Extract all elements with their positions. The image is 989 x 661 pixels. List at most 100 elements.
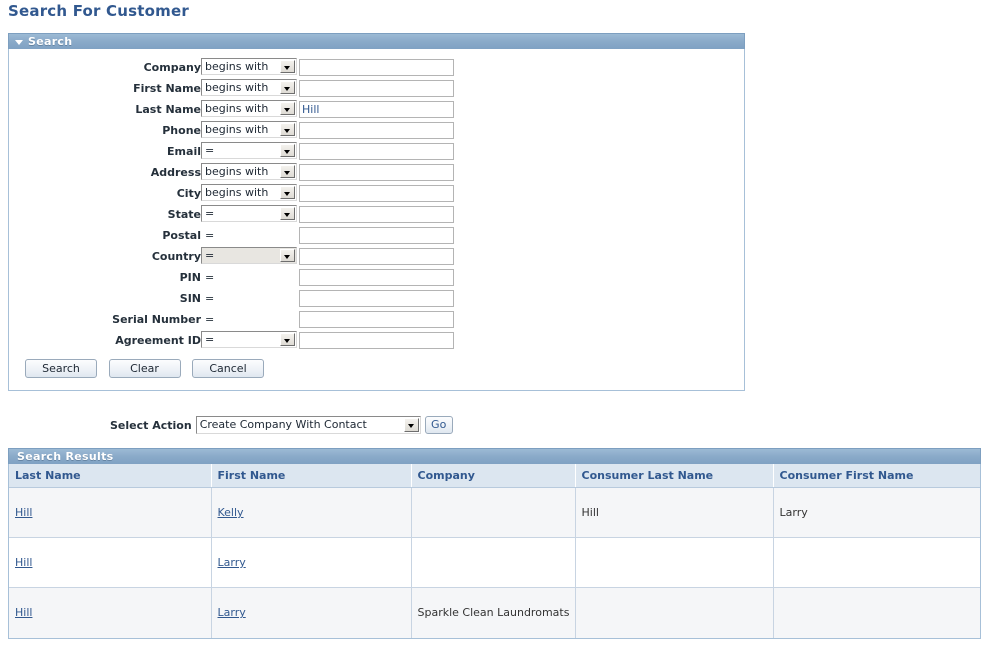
first-name-link[interactable]: Larry <box>218 556 246 569</box>
operator-select-value: begins with <box>205 102 268 115</box>
table-cell-last-name: Hill <box>9 588 211 638</box>
search-buttons: Search Clear Cancel <box>9 351 744 378</box>
triangle-down-icon[interactable] <box>15 40 23 45</box>
operator-select-value: = <box>205 144 214 157</box>
search-field-row: Postal= <box>9 225 459 246</box>
go-button[interactable]: Go <box>425 416 453 434</box>
table-cell-consumer-first-name <box>773 588 980 638</box>
field-input[interactable] <box>299 290 454 307</box>
chevron-down-icon[interactable] <box>280 207 295 220</box>
search-field-row: Companybegins with <box>9 57 459 78</box>
table-cell-first-name: Larry <box>211 538 411 588</box>
field-operator-cell: begins with <box>201 183 299 204</box>
operator-text: = <box>201 292 214 305</box>
field-input[interactable] <box>299 311 454 328</box>
field-value-cell <box>299 309 459 330</box>
chevron-down-icon[interactable] <box>280 165 295 178</box>
field-operator-cell: begins with <box>201 57 299 78</box>
field-operator-cell: = <box>201 288 299 309</box>
chevron-down-icon[interactable] <box>280 249 295 262</box>
field-input[interactable] <box>299 80 454 97</box>
field-label: Country <box>9 246 201 267</box>
search-field-row: PIN= <box>9 267 459 288</box>
operator-select-value: begins with <box>205 123 268 136</box>
field-input[interactable] <box>299 227 454 244</box>
chevron-down-icon[interactable] <box>280 60 295 73</box>
table-cell-first-name: Larry <box>211 588 411 638</box>
table-cell-consumer-first-name <box>773 538 980 588</box>
search-button[interactable]: Search <box>25 359 97 378</box>
search-field-row: SIN= <box>9 288 459 309</box>
search-field-row: Last Namebegins with <box>9 99 459 120</box>
operator-select[interactable]: = <box>201 142 297 159</box>
operator-select[interactable]: begins with <box>201 79 297 96</box>
field-label: City <box>9 183 201 204</box>
page-title: Search For Customer <box>8 2 189 20</box>
field-operator-cell: begins with <box>201 162 299 183</box>
field-value-cell <box>299 141 459 162</box>
operator-select[interactable]: = <box>201 247 297 264</box>
field-input[interactable] <box>299 248 454 265</box>
field-operator-cell: begins with <box>201 78 299 99</box>
operator-select[interactable]: begins with <box>201 121 297 138</box>
column-header: Consumer Last Name <box>575 464 773 488</box>
operator-select-value: = <box>205 207 214 220</box>
table-cell-consumer-last-name <box>575 538 773 588</box>
field-input[interactable] <box>299 332 454 349</box>
first-name-link[interactable]: Larry <box>218 606 246 619</box>
field-value-cell <box>299 225 459 246</box>
operator-select-value: = <box>205 333 214 346</box>
operator-select[interactable]: begins with <box>201 100 297 117</box>
operator-select[interactable]: = <box>201 331 297 348</box>
field-input[interactable] <box>299 269 454 286</box>
field-value-cell <box>299 78 459 99</box>
operator-select[interactable]: = <box>201 205 297 222</box>
cancel-button[interactable]: Cancel <box>192 359 264 378</box>
select-action-dropdown[interactable]: Create Company With Contact <box>196 416 421 434</box>
field-operator-cell: = <box>201 267 299 288</box>
chevron-down-icon[interactable] <box>280 102 295 115</box>
field-input[interactable] <box>299 185 454 202</box>
last-name-link[interactable]: Hill <box>15 606 32 619</box>
clear-button[interactable]: Clear <box>109 359 181 378</box>
field-input[interactable] <box>299 206 454 223</box>
first-name-link[interactable]: Kelly <box>218 506 244 519</box>
search-results-panel: Search Results Last NameFirst NameCompan… <box>8 448 981 639</box>
field-input[interactable] <box>299 143 454 160</box>
field-input[interactable] <box>299 59 454 76</box>
operator-select-value: begins with <box>205 165 268 178</box>
last-name-link[interactable]: Hill <box>15 506 32 519</box>
search-field-row: Email= <box>9 141 459 162</box>
field-value-cell <box>299 246 459 267</box>
chevron-down-icon[interactable] <box>280 144 295 157</box>
field-operator-cell: begins with <box>201 120 299 141</box>
search-field-row: Serial Number= <box>9 309 459 330</box>
search-field-row: Agreement ID = <box>9 330 459 351</box>
chevron-down-icon[interactable] <box>280 123 295 136</box>
operator-select[interactable]: begins with <box>201 163 297 180</box>
chevron-down-icon[interactable] <box>280 333 295 346</box>
action-bar: Select Action Create Company With Contac… <box>0 416 989 434</box>
table-cell-consumer-first-name: Larry <box>773 488 980 538</box>
chevron-down-icon[interactable] <box>280 186 295 199</box>
field-value-cell <box>299 204 459 225</box>
field-input[interactable] <box>299 122 454 139</box>
table-row: HillKellyHillLarry <box>9 488 980 538</box>
operator-text: = <box>201 313 214 326</box>
search-field-row: Country = <box>9 246 459 267</box>
last-name-link[interactable]: Hill <box>15 556 32 569</box>
chevron-down-icon[interactable] <box>404 418 419 432</box>
search-panel-body: Companybegins withFirst Namebegins withL… <box>9 49 744 390</box>
search-panel-header[interactable]: Search <box>8 33 745 49</box>
field-input[interactable] <box>299 101 454 118</box>
field-operator-cell: = <box>201 204 299 225</box>
operator-select-value: = <box>205 249 214 262</box>
operator-select[interactable]: begins with <box>201 184 297 201</box>
operator-select[interactable]: begins with <box>201 58 297 75</box>
field-input[interactable] <box>299 164 454 181</box>
search-field-row: Phonebegins with <box>9 120 459 141</box>
operator-text: = <box>201 229 214 242</box>
field-label: Agreement ID <box>9 330 201 351</box>
column-header: First Name <box>211 464 411 488</box>
chevron-down-icon[interactable] <box>280 81 295 94</box>
